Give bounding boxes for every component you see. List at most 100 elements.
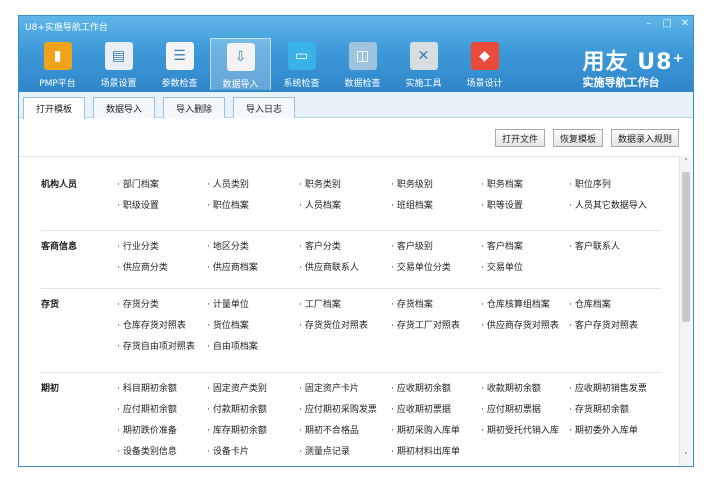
template-link[interactable]: 客户级别 xyxy=(391,239,433,252)
badge-icon: ◆ xyxy=(470,42,499,70)
template-link[interactable]: 交易单位 xyxy=(481,260,523,273)
toolbar-label: 系统检查 xyxy=(283,79,320,89)
template-link[interactable]: 职务类别 xyxy=(299,177,341,190)
open-file-button[interactable]: 打开文件 xyxy=(494,129,545,147)
template-link[interactable]: 期初不合格品 xyxy=(299,423,359,436)
category-label: 客商信息 xyxy=(41,242,78,252)
template-list: 机构人员 部门档案 人员类别 职务类别 职务级别 职务档案 职位序列职级设置 职位档案 人员档案… xyxy=(19,156,681,462)
template-link[interactable]: 固定资产卡片 xyxy=(299,381,359,394)
template-link[interactable]: 设备类别信息 xyxy=(117,444,177,457)
template-link[interactable]: 客户分类 xyxy=(299,239,341,252)
template-link[interactable]: 班组档案 xyxy=(391,198,433,211)
template-link[interactable]: 仓库档案 xyxy=(569,297,611,310)
restore-template-button[interactable]: 恢复模板 xyxy=(552,129,603,147)
template-link[interactable]: 客户联系人 xyxy=(569,239,620,252)
tools-icon: ✕ xyxy=(409,42,438,70)
checklist-icon: ☰ xyxy=(165,42,194,70)
data-entry-rules-button[interactable]: 数据录入规则 xyxy=(610,129,679,147)
template-link[interactable]: 人员档案 xyxy=(299,198,341,211)
template-link[interactable]: 应付期初票据 xyxy=(481,402,541,415)
template-link[interactable]: 设备卡片 xyxy=(207,444,249,457)
maximize-button[interactable]: □ xyxy=(661,18,673,29)
scroll-up-icon[interactable]: ˄ xyxy=(680,158,692,170)
brand-line1: 用友 U8⁺ xyxy=(582,50,685,75)
close-button[interactable]: ✕ xyxy=(679,18,691,29)
template-link[interactable]: 职务档案 xyxy=(481,177,523,190)
template-link[interactable]: 库存期初余额 xyxy=(207,423,267,436)
template-link[interactable]: 行业分类 xyxy=(117,239,159,252)
template-link[interactable]: 货位档案 xyxy=(207,318,249,331)
template-link[interactable]: 职位档案 xyxy=(207,198,249,211)
template-link[interactable]: 人员其它数据导入 xyxy=(569,198,647,211)
template-link[interactable]: 期初材料出库单 xyxy=(391,444,460,457)
scroll-down-icon[interactable]: ˅ xyxy=(680,452,692,464)
template-link[interactable]: 自由项档案 xyxy=(207,339,258,352)
toolbar-button-7[interactable]: ◆ 场景设计 xyxy=(454,38,515,90)
template-link[interactable]: 期初受托代销入库 xyxy=(481,423,559,436)
template-link[interactable]: 仓库核算组档案 xyxy=(481,297,550,310)
template-link[interactable]: 应收期初票据 xyxy=(391,402,451,415)
window-controls: – □ ✕ xyxy=(643,18,691,29)
vertical-scrollbar[interactable]: ˄ ˅ xyxy=(679,156,691,466)
template-link[interactable]: 人员类别 xyxy=(207,177,249,190)
template-link[interactable]: 应付期初余额 xyxy=(117,402,177,415)
template-link[interactable]: 职等设置 xyxy=(481,198,523,211)
template-link[interactable]: 客户存货对照表 xyxy=(569,318,638,331)
tab-3[interactable]: 导入日志 xyxy=(233,97,295,118)
template-link[interactable]: 收款期初余额 xyxy=(481,381,541,394)
template-link[interactable]: 计量单位 xyxy=(207,297,249,310)
scroll-thumb[interactable] xyxy=(682,172,690,322)
template-link[interactable]: 期初跌价准备 xyxy=(117,423,177,436)
template-link[interactable]: 固定资产类别 xyxy=(207,381,267,394)
monitor-icon: ▭ xyxy=(287,42,316,70)
template-link[interactable]: 供应商存货对照表 xyxy=(481,318,559,331)
brand-line2: 实施导航工作台 xyxy=(582,76,660,89)
minimize-button[interactable]: – xyxy=(643,18,655,29)
excel-import-icon: ⇩ xyxy=(226,43,255,71)
template-link[interactable]: 期初委外入库单 xyxy=(569,423,638,436)
template-link[interactable]: 部门档案 xyxy=(117,177,159,190)
toolbar-button-0[interactable]: ▮ PMP平台 xyxy=(27,38,88,90)
toolbar-button-2[interactable]: ☰ 参数检查 xyxy=(149,38,210,90)
template-link[interactable]: 职级设置 xyxy=(117,198,159,211)
section-divider xyxy=(41,288,661,289)
template-link[interactable]: 存货档案 xyxy=(391,297,433,310)
template-link[interactable]: 工厂档案 xyxy=(299,297,341,310)
template-link[interactable]: 供应商档案 xyxy=(207,260,258,273)
template-link[interactable]: 应收期初销售发票 xyxy=(569,381,647,394)
template-link[interactable]: 职务级别 xyxy=(391,177,433,190)
template-link[interactable]: 存货期初余额 xyxy=(569,402,629,415)
category-label: 期初 xyxy=(41,384,60,394)
tab-0[interactable]: 打开模板 xyxy=(23,97,85,119)
toolbar-button-3[interactable]: ⇩ 数据导入 xyxy=(210,38,271,90)
template-link[interactable]: 存货货位对照表 xyxy=(299,318,368,331)
toolbar-label: 场景设置 xyxy=(100,79,137,89)
template-link[interactable]: 供应商联系人 xyxy=(299,260,359,273)
toolbar-label: 场景设计 xyxy=(466,79,503,89)
template-link[interactable]: 客户档案 xyxy=(481,239,523,252)
category-label: 机构人员 xyxy=(41,180,78,190)
toolbar-button-6[interactable]: ✕ 实施工具 xyxy=(393,38,454,90)
template-link[interactable]: 职位序列 xyxy=(569,177,611,190)
template-link[interactable]: 期初采购入库单 xyxy=(391,423,460,436)
template-link[interactable]: 付款期初余额 xyxy=(207,402,267,415)
action-buttons: 打开文件 恢复模板 数据录入规则 xyxy=(494,129,679,147)
template-link[interactable]: 测量点记录 xyxy=(299,444,350,457)
tab-1[interactable]: 数据导入 xyxy=(93,97,155,118)
template-link[interactable]: 供应商分类 xyxy=(117,260,168,273)
toolbar-button-4[interactable]: ▭ 系统检查 xyxy=(271,38,332,90)
template-link[interactable]: 应收期初余额 xyxy=(391,381,451,394)
toolbar-button-5[interactable]: ◫ 数据检查 xyxy=(332,38,393,90)
template-link[interactable]: 存货分类 xyxy=(117,297,159,310)
template-link[interactable]: 存货自由项对照表 xyxy=(117,339,195,352)
template-link[interactable]: 应付期初采购发票 xyxy=(299,402,377,415)
tab-2[interactable]: 导入删除 xyxy=(163,97,225,118)
template-link[interactable]: 交易单位分类 xyxy=(391,260,451,273)
template-link[interactable]: 地区分类 xyxy=(207,239,249,252)
toolbar-button-1[interactable]: ▤ 场景设置 xyxy=(88,38,149,90)
template-link[interactable]: 科目期初余额 xyxy=(117,381,177,394)
template-link[interactable]: 仓库存货对照表 xyxy=(117,318,186,331)
window-title: U8+实施导航工作台 xyxy=(25,23,108,33)
template-link[interactable]: 存货工厂对照表 xyxy=(391,318,460,331)
tab-bar: 打开模板 数据导入 导入删除 导入日志 xyxy=(19,92,693,119)
